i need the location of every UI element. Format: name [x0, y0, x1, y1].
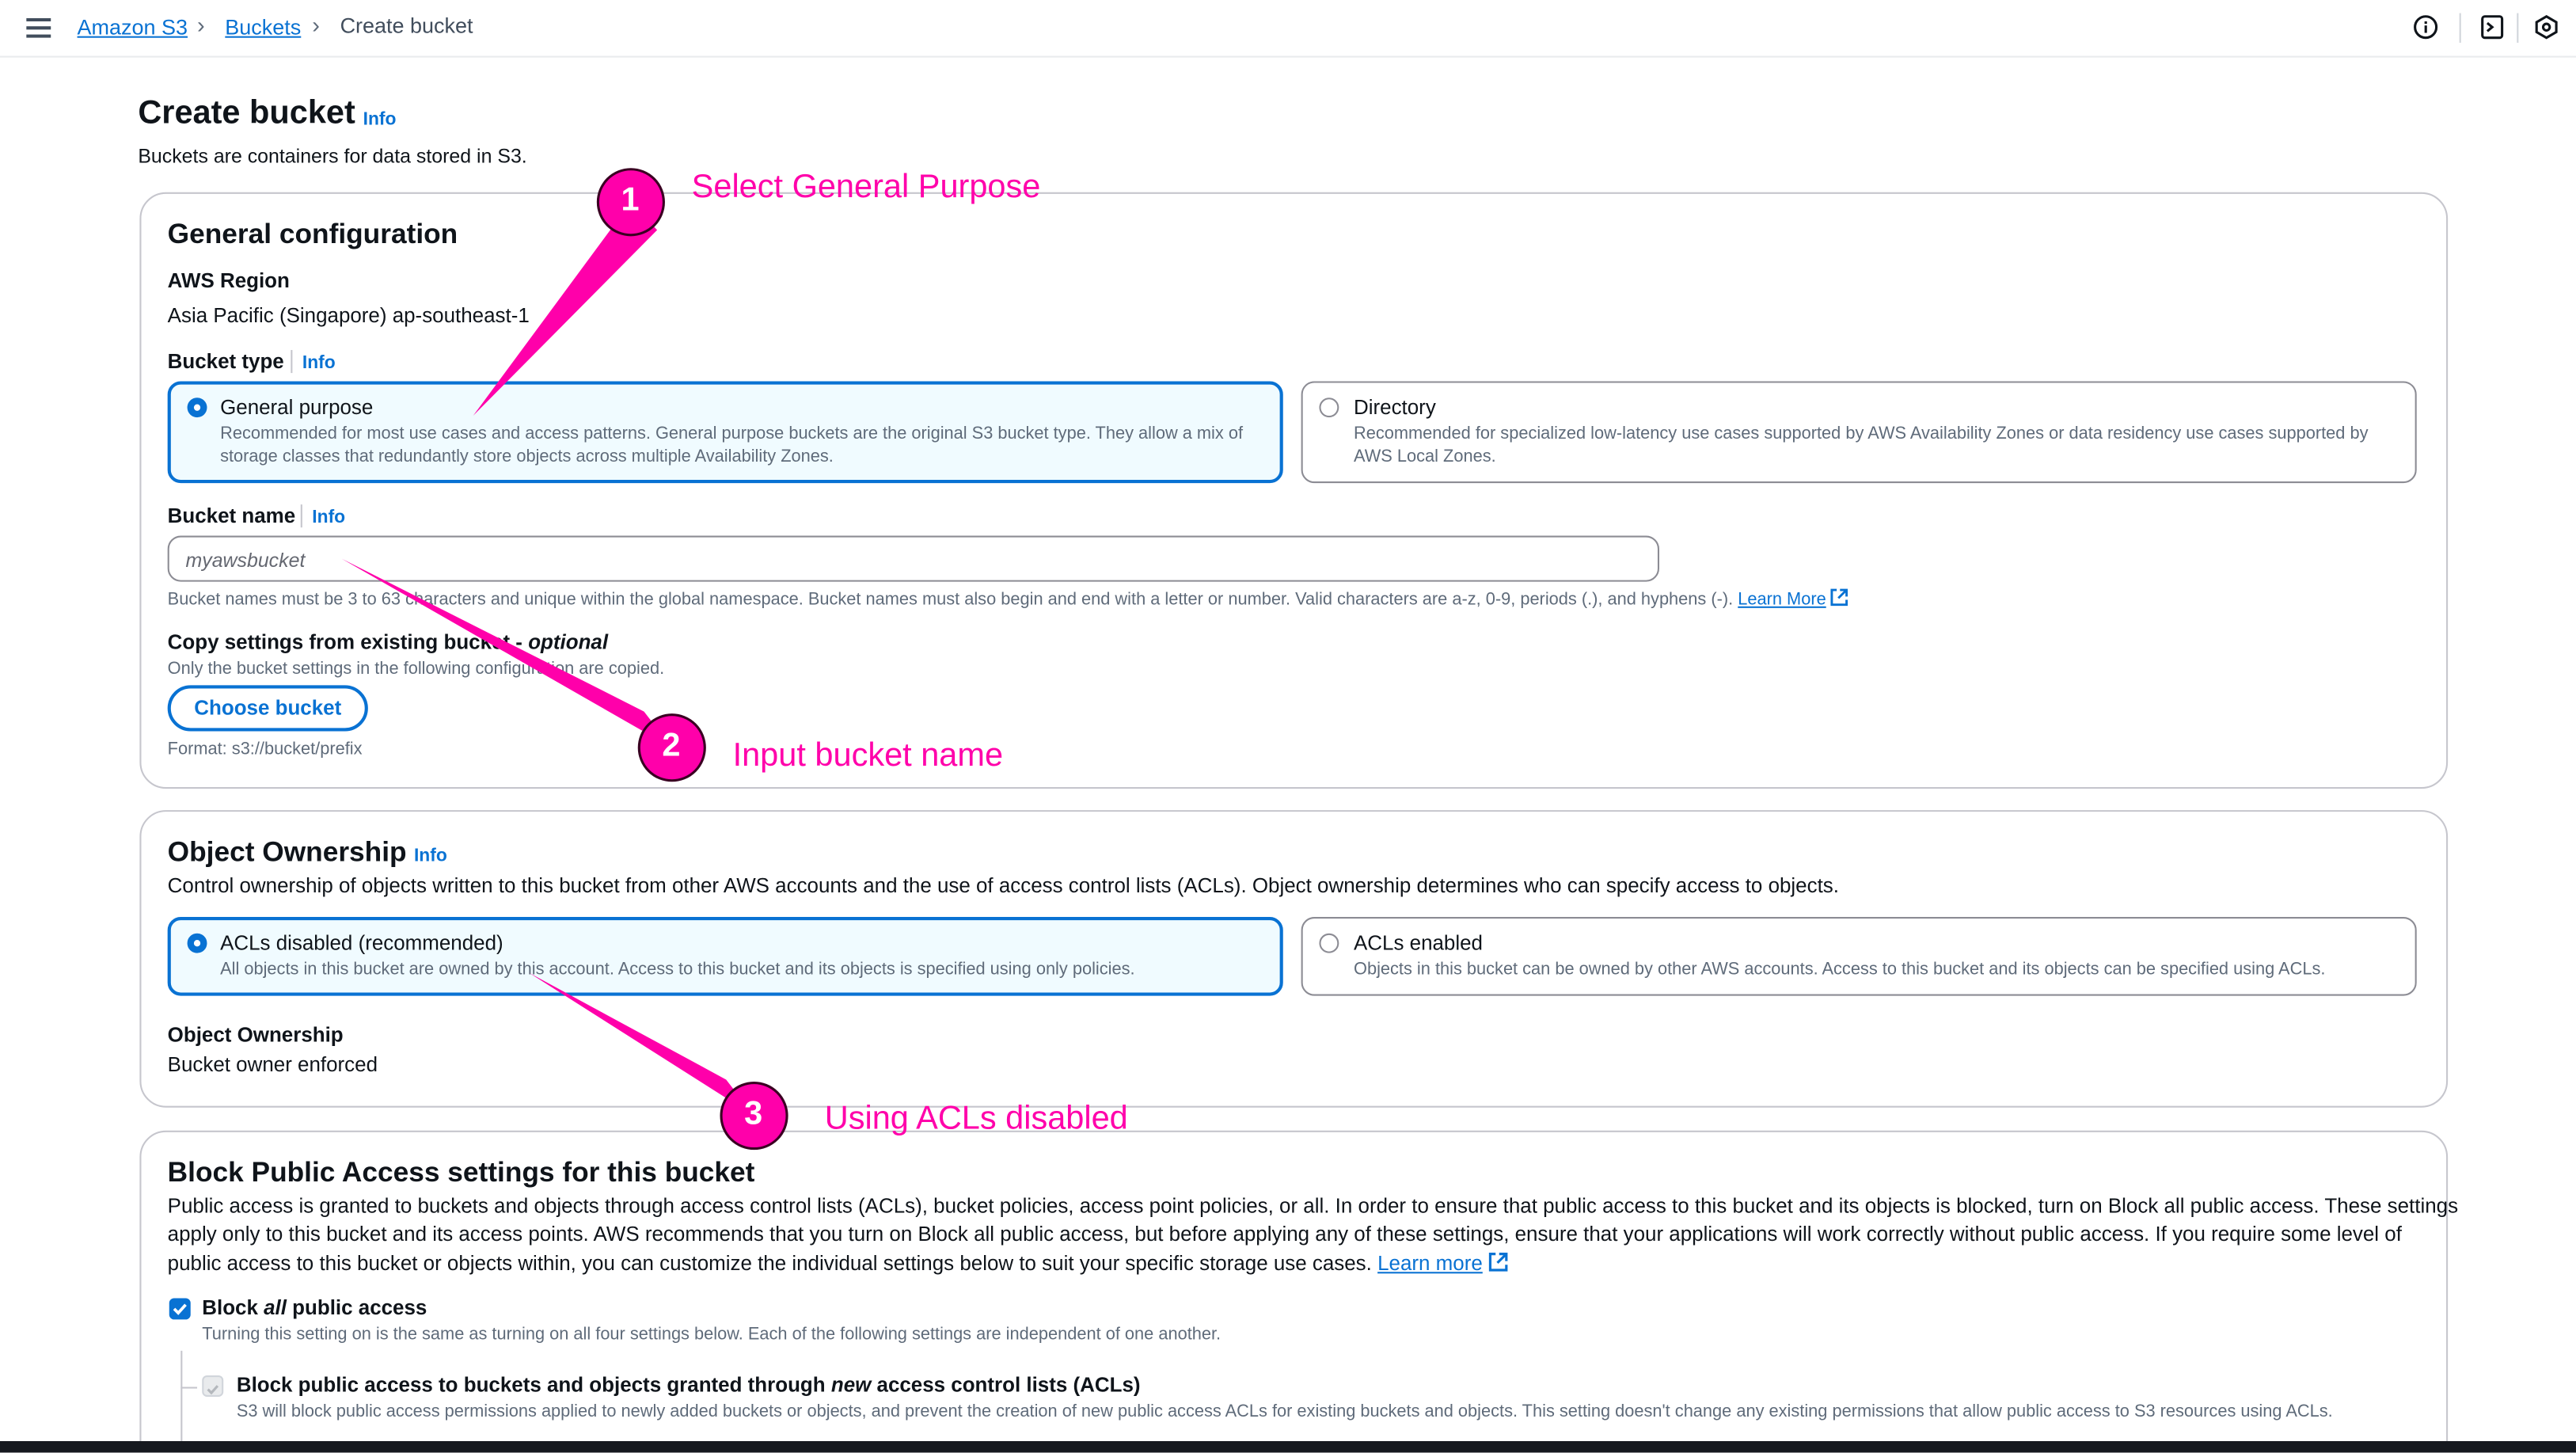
- callout-arrow-3: [529, 972, 754, 1116]
- callout-text-1: Select General Purpose: [691, 169, 1041, 206]
- annotation-overlay: [341, 168, 788, 1151]
- callout-text-2: Input bucket name: [732, 737, 1004, 774]
- callout-number-3: 3: [744, 1096, 763, 1132]
- bottom-bar: [0, 1440, 2576, 1453]
- callout-arrow-2: [341, 558, 672, 748]
- callout-number-2: 2: [662, 728, 681, 764]
- callout-text-3: Using ACLs disabled: [824, 1101, 1128, 1138]
- callout-number-1: 1: [621, 182, 640, 219]
